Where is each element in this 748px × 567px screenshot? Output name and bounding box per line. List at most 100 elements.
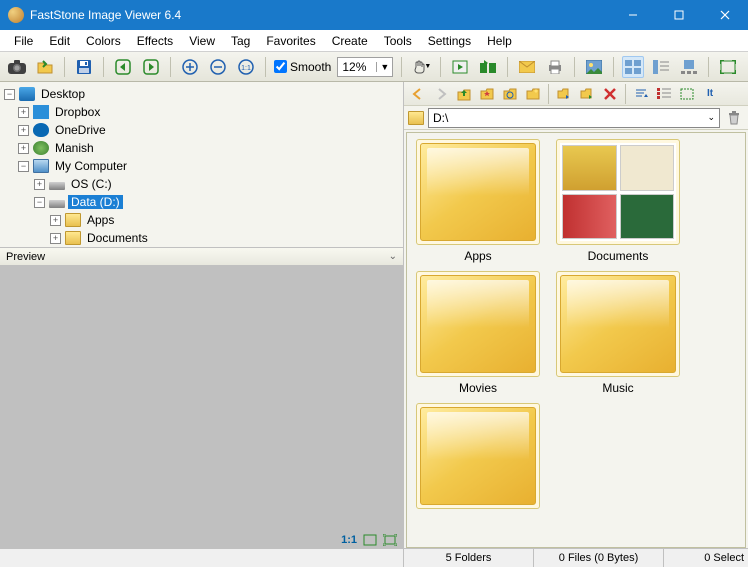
select-icon[interactable] bbox=[677, 84, 697, 104]
separator bbox=[548, 84, 549, 104]
thumbnail-apps[interactable]: Apps bbox=[413, 139, 543, 263]
menu-create[interactable]: Create bbox=[324, 32, 376, 50]
node-label: Documents bbox=[84, 231, 151, 245]
print-icon[interactable] bbox=[544, 56, 566, 78]
tree-node-drive-d[interactable]: − Data (D:) bbox=[4, 193, 399, 211]
ratio-label[interactable]: 1:1 bbox=[341, 534, 357, 546]
email-icon[interactable] bbox=[516, 56, 538, 78]
history-icon[interactable] bbox=[500, 84, 520, 104]
preview-footer: 1:1 bbox=[341, 534, 397, 546]
filmstrip-view-icon[interactable] bbox=[678, 56, 700, 78]
fullscreen-icon[interactable] bbox=[717, 56, 739, 78]
expander-icon[interactable]: + bbox=[18, 125, 29, 136]
details-view-icon[interactable] bbox=[650, 56, 672, 78]
menu-effects[interactable]: Effects bbox=[129, 32, 181, 50]
acquire-icon[interactable] bbox=[6, 56, 28, 78]
menu-view[interactable]: View bbox=[181, 32, 223, 50]
copy-to-icon[interactable] bbox=[554, 84, 574, 104]
menu-tools[interactable]: Tools bbox=[376, 32, 420, 50]
minimize-button[interactable] bbox=[610, 0, 656, 30]
expander-icon[interactable]: − bbox=[34, 197, 45, 208]
new-folder-icon[interactable] bbox=[523, 84, 543, 104]
thumbnail-documents[interactable]: Documents bbox=[553, 139, 683, 263]
compare-icon[interactable] bbox=[477, 56, 499, 78]
node-label: OneDrive bbox=[52, 123, 109, 137]
tree-node-drive-c[interactable]: + OS (C:) bbox=[4, 175, 399, 193]
tree-node-user[interactable]: + Manish bbox=[4, 139, 399, 157]
separator bbox=[625, 84, 626, 104]
next-icon[interactable] bbox=[140, 56, 162, 78]
delete-icon[interactable] bbox=[600, 84, 620, 104]
tree-node-desktop[interactable]: − Desktop bbox=[4, 85, 399, 103]
expander-icon[interactable]: + bbox=[34, 179, 45, 190]
zoom-in-icon[interactable] bbox=[179, 56, 201, 78]
thumbnail-grid: Apps Documents Movies bbox=[413, 139, 739, 513]
menubar: File Edit Colors Effects View Tag Favori… bbox=[0, 30, 748, 52]
expander-icon[interactable]: + bbox=[50, 215, 61, 226]
tree-node-onedrive[interactable]: + OneDrive bbox=[4, 121, 399, 139]
thumbnail-music[interactable]: Music bbox=[553, 271, 683, 395]
thumbnails-view-icon[interactable] bbox=[622, 56, 644, 78]
forward-icon[interactable] bbox=[431, 84, 451, 104]
fit-icon[interactable] bbox=[363, 534, 377, 546]
expander-icon[interactable]: − bbox=[4, 89, 15, 100]
thumbnail-movies[interactable]: Movies bbox=[413, 271, 543, 395]
save-icon[interactable] bbox=[73, 56, 95, 78]
main-toolbar: 1:1 Smooth ▼ ▼ bbox=[0, 52, 748, 82]
recycle-bin-icon[interactable] bbox=[724, 108, 744, 128]
slideshow-icon[interactable] bbox=[449, 56, 471, 78]
expander-icon[interactable]: + bbox=[18, 107, 29, 118]
sort-icon[interactable] bbox=[631, 84, 651, 104]
tag-view-icon[interactable]: It bbox=[700, 84, 720, 104]
move-to-icon[interactable] bbox=[577, 84, 597, 104]
tree-node-documents[interactable]: + Documents bbox=[4, 229, 399, 247]
menu-colors[interactable]: Colors bbox=[78, 32, 129, 50]
menu-tag[interactable]: Tag bbox=[223, 32, 258, 50]
maximize-button[interactable] bbox=[656, 0, 702, 30]
zoom-value-input[interactable] bbox=[338, 60, 376, 74]
expander-icon[interactable]: + bbox=[18, 143, 29, 154]
thumbnail-item[interactable] bbox=[413, 403, 543, 513]
open-icon[interactable] bbox=[34, 56, 56, 78]
menu-edit[interactable]: Edit bbox=[41, 32, 78, 50]
tree-node-mycomputer[interactable]: − My Computer bbox=[4, 157, 399, 175]
expander-icon[interactable]: − bbox=[18, 161, 29, 172]
menu-help[interactable]: Help bbox=[479, 32, 520, 50]
node-label: Apps bbox=[84, 213, 117, 227]
zoom-combo[interactable]: ▼ bbox=[337, 57, 393, 77]
node-label: Manish bbox=[52, 141, 97, 155]
smooth-checkbox[interactable]: Smooth bbox=[274, 60, 331, 74]
preview-pane: 1:1 bbox=[0, 266, 403, 548]
separator bbox=[708, 57, 709, 77]
list-view-icon[interactable] bbox=[654, 84, 674, 104]
smooth-check-input[interactable] bbox=[274, 60, 287, 73]
wallpaper-icon[interactable] bbox=[583, 56, 605, 78]
folder-tree[interactable]: − Desktop + Dropbox + OneDrive + Manish … bbox=[0, 82, 403, 248]
favorites-icon[interactable] bbox=[477, 84, 497, 104]
preview-header[interactable]: Preview ⌄ bbox=[0, 248, 403, 266]
tree-node-apps[interactable]: + Apps bbox=[4, 211, 399, 229]
menu-file[interactable]: File bbox=[6, 32, 41, 50]
close-button[interactable] bbox=[702, 0, 748, 30]
menu-favorites[interactable]: Favorites bbox=[258, 32, 323, 50]
collapse-icon[interactable]: ⌄ bbox=[389, 251, 397, 262]
back-icon[interactable] bbox=[408, 84, 428, 104]
separator bbox=[170, 57, 171, 77]
status-selected: 0 Select bbox=[664, 549, 748, 567]
up-icon[interactable] bbox=[454, 84, 474, 104]
node-label: Desktop bbox=[38, 87, 88, 101]
path-dropdown-icon[interactable]: ⌄ bbox=[707, 112, 715, 123]
thumb-label: Movies bbox=[459, 381, 497, 395]
prev-icon[interactable] bbox=[112, 56, 134, 78]
zoom-out-icon[interactable] bbox=[207, 56, 229, 78]
tree-node-dropbox[interactable]: + Dropbox bbox=[4, 103, 399, 121]
zoom-actual-icon[interactable]: 1:1 bbox=[235, 56, 257, 78]
hand-tool-icon[interactable]: ▼ bbox=[410, 56, 432, 78]
fullscreen-preview-icon[interactable] bbox=[383, 534, 397, 546]
zoom-dropdown-icon[interactable]: ▼ bbox=[376, 62, 392, 72]
status-left bbox=[0, 549, 404, 567]
thumbnail-area[interactable]: Apps Documents Movies bbox=[406, 132, 746, 548]
path-combo[interactable]: D:\ ⌄ bbox=[428, 108, 720, 128]
menu-settings[interactable]: Settings bbox=[420, 32, 479, 50]
expander-icon[interactable]: + bbox=[50, 233, 61, 244]
